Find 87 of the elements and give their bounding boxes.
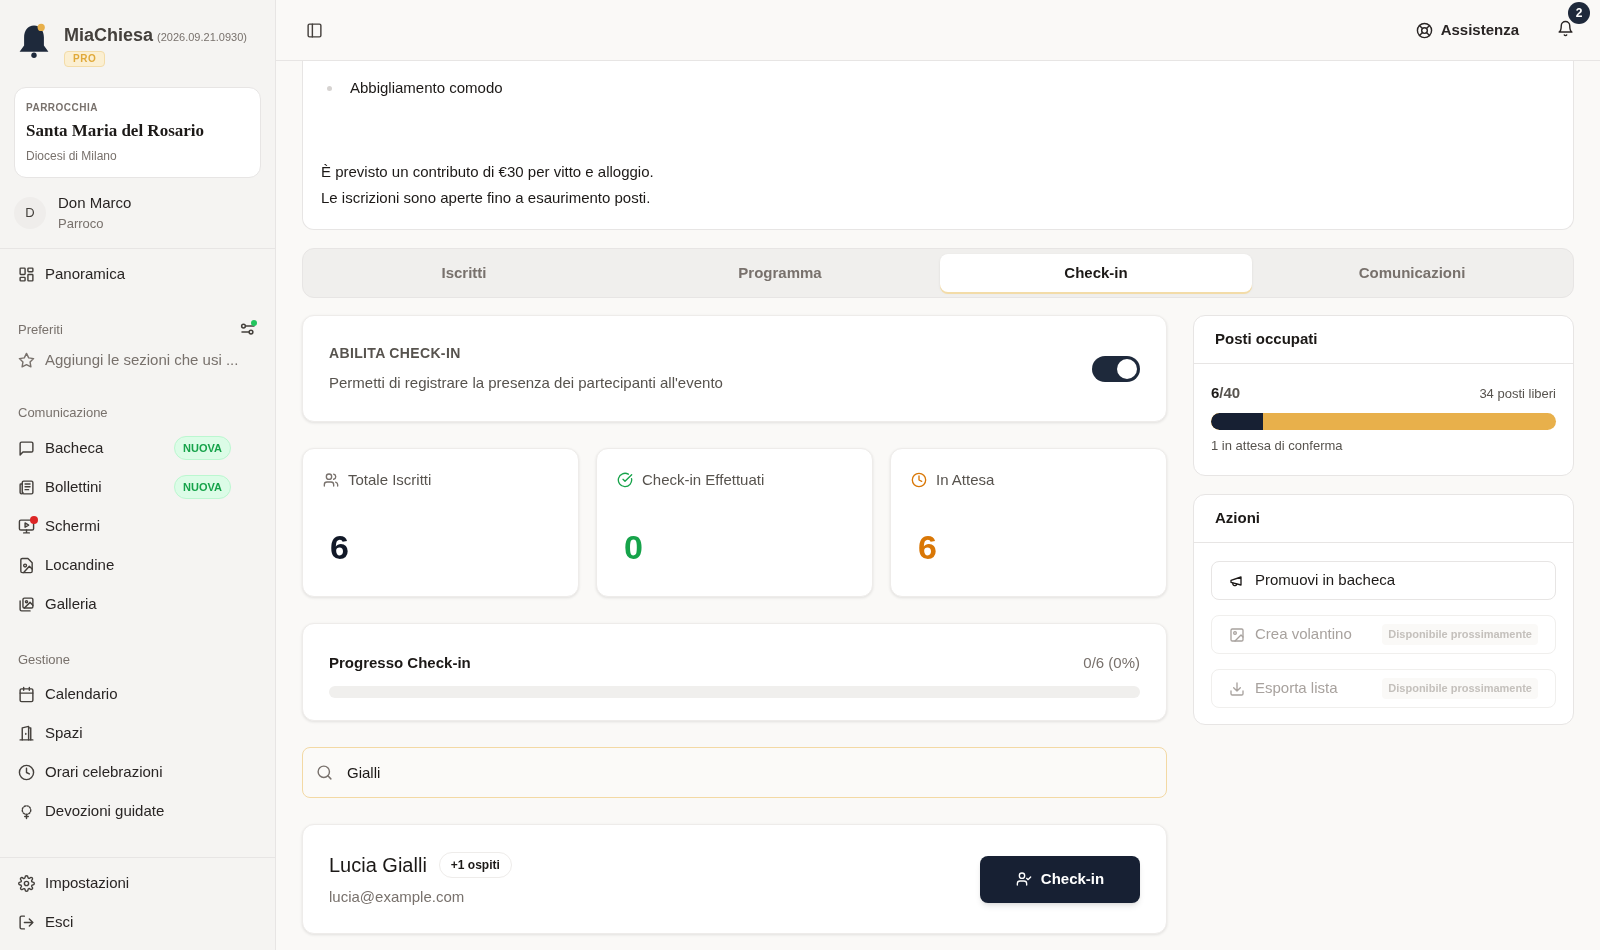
section-label: Preferiti (18, 320, 63, 339)
check-circle-icon (617, 472, 633, 489)
tab[interactable]: Iscritti (308, 254, 620, 292)
parish-name: Santa Maria del Rosario (26, 120, 206, 142)
settings-icon (18, 875, 35, 892)
help-button[interactable]: Assistenza (1415, 18, 1519, 42)
toggle-switch[interactable] (1092, 355, 1140, 382)
gallery-icon (18, 595, 35, 613)
parish-label: PARROCCHIA (26, 101, 100, 115)
dashboard-icon (18, 265, 35, 283)
people-icon (323, 472, 339, 489)
guests-badge: +1 ospiti (438, 851, 512, 878)
stat-label: Check-in Effettuati (642, 470, 765, 490)
nav-item[interactable]: Devozioni guidate (0, 792, 275, 831)
nav-item[interactable]: Calendario (0, 675, 275, 714)
section-label: Comunicazione (17, 404, 109, 422)
nav-item[interactable]: Bacheca NUOVA (0, 428, 275, 468)
availability-note: Disponibile prossimamente (1382, 678, 1538, 699)
stat-value: 0 (623, 526, 644, 568)
user-avatar: D (14, 196, 46, 229)
lifebuoy-icon (1415, 21, 1433, 39)
add-favorites-item[interactable]: Aggiungi le sezioni che usi ... (0, 343, 275, 377)
clock-icon (911, 472, 927, 489)
poster-icon (18, 556, 35, 574)
list-item: Abbigliamento comodo (350, 77, 503, 98)
attendee-email: lucia@example.com (329, 886, 466, 907)
nav-item[interactable]: Panoramica (0, 254, 275, 294)
nav-item[interactable]: Schermi (0, 506, 275, 546)
stat-label: Totale Iscritti (348, 470, 432, 490)
user-role: Parroco (58, 215, 105, 233)
pending-note: 1 in attesa di conferma (1211, 436, 1344, 455)
notification-count: 2 (1568, 2, 1590, 24)
progress-reading: 0/6 (0%) (1083, 653, 1140, 673)
description-text: Le iscrizioni sono aperte fino a esaurimento posti. (321, 188, 652, 208)
speech-bubble-icon (18, 439, 35, 457)
action-button[interactable]: Promuovi in bacheca (1211, 561, 1556, 600)
clock-icon (18, 764, 35, 781)
download-icon (1229, 680, 1245, 697)
door-icon (18, 725, 35, 742)
newspaper-icon (18, 478, 35, 496)
nav-item[interactable]: Esci (0, 903, 275, 942)
checkin-button[interactable]: Check-in (980, 855, 1140, 903)
setting-title: ABILITA CHECK-IN (329, 343, 462, 363)
bell-icon (1557, 20, 1574, 37)
parish-card[interactable]: PARROCCHIA Santa Maria del Rosario Diocesi di Milano (14, 87, 261, 178)
search-icon (316, 764, 333, 781)
nav-item[interactable]: Bollettini NUOVA (0, 467, 275, 507)
new-badge: NUOVA (174, 435, 231, 461)
app-name: MiaChiesa (64, 24, 154, 47)
progress-label: Progresso Check-in (329, 653, 471, 673)
plan-badge: PRO (64, 51, 106, 67)
card-title: Azioni (1194, 495, 1573, 543)
app-version: (2026.09.21.0930) (157, 30, 247, 45)
section-label: Gestione (17, 650, 72, 669)
nav-item[interactable]: Impostazioni (0, 864, 275, 903)
image-icon (1229, 626, 1245, 643)
logout-icon (18, 914, 35, 931)
seats-taken: 6 (1211, 383, 1220, 403)
stat-value: 6 (329, 526, 350, 568)
nav-item[interactable]: Orari celebrazioni (0, 753, 275, 792)
nav-item[interactable]: Locandine (0, 545, 275, 585)
tab[interactable]: Check-in (940, 254, 1252, 292)
new-badge: NUOVA (174, 474, 231, 500)
action-label: Crea volantino (1255, 624, 1352, 645)
star-icon (18, 351, 35, 369)
description-text: È previsto un contributo di €30 per vitto e alloggio. (321, 162, 655, 182)
tab[interactable]: Programma (624, 254, 936, 292)
stat-label: In Attesa (936, 470, 995, 490)
monitor-icon (18, 517, 35, 535)
user-check-icon (1015, 871, 1032, 887)
availability-note: Disponibile prossimamente (1382, 624, 1538, 645)
user-name: Don Marco (58, 192, 132, 213)
stat-value: 6 (917, 526, 938, 568)
calendar-icon (18, 686, 35, 703)
action-label: Esporta lista (1255, 678, 1338, 699)
search-field[interactable]: Gialli (302, 747, 1167, 798)
tab[interactable]: Comunicazioni (1256, 254, 1568, 292)
attendee-name: Lucia Gialli (329, 852, 427, 878)
seats-total: /40 (1219, 383, 1241, 403)
diocese-name: Diocesi di Milano (26, 147, 118, 165)
nav-item[interactable]: Galleria (0, 584, 275, 624)
setting-description: Permetti di registrare la presenza dei partecipanti all'evento (329, 372, 723, 393)
card-title: Posti occupati (1194, 316, 1573, 364)
seats-free: 34 posti liberi (1479, 384, 1556, 403)
action-label: Promuovi in bacheca (1255, 570, 1396, 591)
panel-icon (306, 21, 323, 39)
nav-item[interactable]: Spazi (0, 714, 275, 753)
